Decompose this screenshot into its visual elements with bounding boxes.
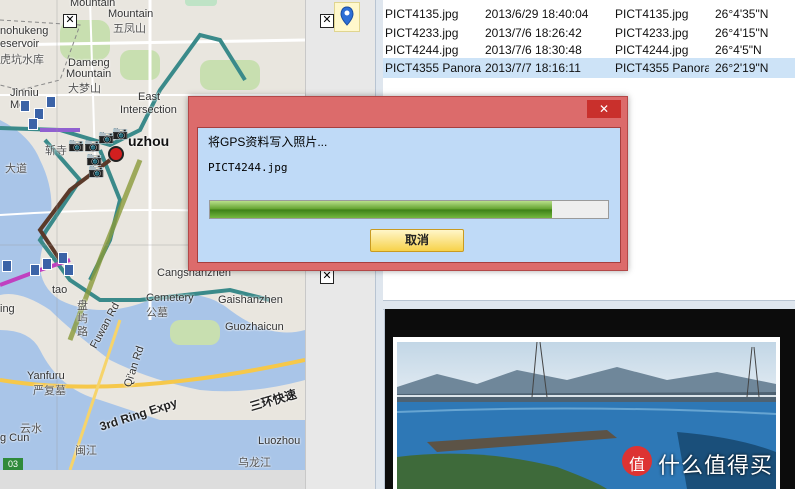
close-icon[interactable]: ✕ [320,270,334,284]
map-label: tao [52,284,68,296]
current-location-marker-icon[interactable] [108,146,124,162]
photo-name: PICT4233.jpg [385,26,459,40]
dialog-close-button[interactable]: ✕ [587,100,621,118]
map-close-icon[interactable]: ✕ [63,14,77,28]
map-label: 公墓 [146,307,168,319]
map-pin-icon [340,6,354,26]
watermark-logo-icon: 值 [622,446,652,476]
cancel-button[interactable]: 取消 [370,229,464,252]
photo-name: PICT4244.jpg [385,43,459,57]
photo-latitude: 26°4'15"N [715,26,769,40]
photo-latitude: 26°4'5"N [715,43,762,57]
progress-bar-fill [210,201,553,218]
map-label: Jinniu [10,87,39,99]
map-label: Mountain [66,68,112,80]
photo-name: PICT4355 Panora [385,61,482,75]
photo-latitude: 26°4'35"N [715,7,769,21]
flag-marker-icon[interactable] [42,258,52,270]
map-label: 闽江 [75,445,97,457]
list-item[interactable]: PICT4135.jpg 2013/6/29 18:40:04 PICT4135… [383,4,795,24]
dialog-body: 将GPS资料写入照片... PICT4244.jpg 取消 [197,127,621,263]
map-label: 乌龙江 [238,457,271,469]
photo-file: PICT4135.jpg [615,7,689,21]
pin-tool-button[interactable] [334,2,360,32]
list-item-selected[interactable]: PICT4355 Panora 2013/7/7 18:16:11 PICT43… [383,58,795,78]
map-label: Guozhaicun [225,321,284,333]
map-label: nohukeng [0,25,49,37]
map-label: Luozhou [258,435,301,447]
map-label: Cemetery [146,292,194,304]
flag-marker-icon[interactable] [20,100,30,112]
flag-marker-icon[interactable] [58,252,68,264]
map-label-city: uzhou [128,133,170,149]
progress-bar [209,200,609,219]
map-badge [185,0,217,6]
watermark: 值 什么值得买 [622,446,792,479]
map-label: 盘屿路 [77,300,88,338]
list-item[interactable]: PICT4244.jpg 2013/7/6 18:30:48 PICT4244.… [383,40,795,60]
photo-date: 2013/7/6 18:30:48 [485,43,582,57]
camera-marker-icon[interactable]: 📷 [88,164,104,177]
photo-date: 2013/6/29 18:40:04 [485,7,589,21]
map-label: ing [0,303,15,315]
progress-dialog: ✕ 将GPS资料写入照片... PICT4244.jpg 取消 [188,96,628,271]
photo-file: PICT4244.jpg [615,43,689,57]
map-label: Mountain [108,8,154,20]
current-file-label: PICT4244.jpg [208,161,288,174]
flag-marker-icon[interactable] [30,264,40,276]
flag-marker-icon[interactable] [28,118,38,130]
map-label: 大道 [5,163,27,175]
map-label: Intersection [120,104,177,116]
flag-marker-icon[interactable] [2,260,12,272]
watermark-text: 什么值得买 [658,454,774,479]
photo-date: 2013/7/7 18:16:11 [485,61,581,75]
map-label: Gaishanzhen [218,294,283,306]
flag-marker-icon[interactable] [64,264,74,276]
camera-marker-icon[interactable]: 📷 [112,126,128,139]
dialog-message: 将GPS资料写入照片... [208,135,328,149]
map-label: 五凤山 [113,23,146,35]
map-label: 云水 [20,423,42,435]
close-icon[interactable]: ✕ [320,14,334,28]
flag-marker-icon[interactable] [46,96,56,108]
map-label: Yanfuru [27,370,65,382]
map-label: 虎坑水库 [0,54,44,66]
route-shield: 03 [3,458,23,470]
photo-name: PICT4135.jpg [385,7,459,21]
photo-latitude: 26°2'19"N [715,61,769,75]
map-label: eservoir [0,38,40,50]
map-label: 大梦山 [68,83,101,95]
photo-date: 2013/7/6 18:26:42 [485,26,582,40]
map-label: 斩寺 [45,145,67,157]
map-label: 严复墓 [33,385,66,397]
map-label: East [138,91,161,103]
photo-file: PICT4355 Panora [615,61,709,75]
camera-marker-icon[interactable]: 📷 [68,138,84,151]
map-footer [0,470,305,489]
photo-file: PICT4233.jpg [615,26,689,40]
